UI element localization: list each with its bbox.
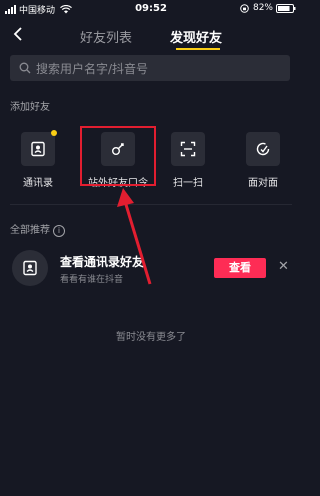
annotation-arrow-icon	[117, 188, 152, 285]
